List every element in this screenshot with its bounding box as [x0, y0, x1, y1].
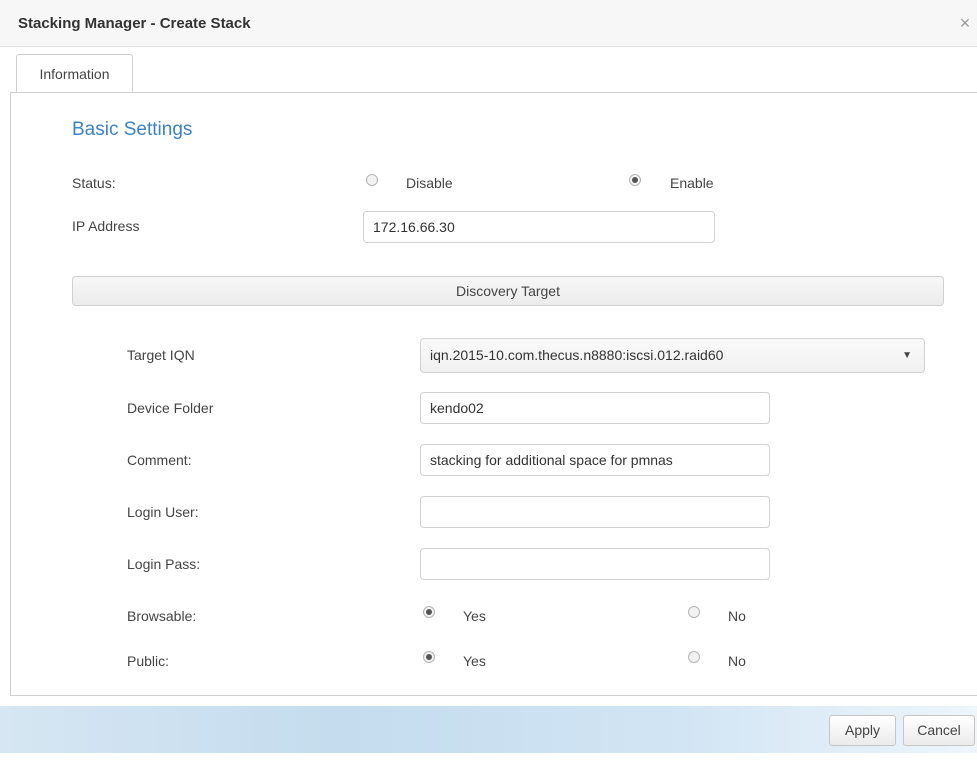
comment-input[interactable]: stacking for additional space for pmnas [420, 444, 770, 476]
login-pass-label: Login Pass: [127, 556, 201, 572]
discovery-target-header[interactable]: Discovery Target [72, 276, 944, 306]
login-user-label: Login User: [127, 504, 199, 520]
public-no-radio[interactable] [688, 651, 700, 663]
chevron-down-icon[interactable]: ▼ [902, 339, 912, 372]
browsable-yes-radio[interactable] [423, 606, 435, 618]
login-user-input[interactable] [420, 496, 770, 528]
dialog-titlebar: Stacking Manager - Create Stack × [0, 0, 977, 47]
dialog-title: Stacking Manager - Create Stack [18, 15, 251, 32]
public-no-label[interactable]: No [728, 653, 746, 669]
close-icon[interactable]: × [956, 14, 974, 32]
status-enable-radio[interactable] [629, 174, 641, 186]
status-label: Status: [72, 175, 116, 191]
cancel-button[interactable]: Cancel [903, 715, 975, 746]
target-iqn-value: iqn.2015-10.com.thecus.n8880:iscsi.012.r… [430, 347, 724, 363]
public-yes-label[interactable]: Yes [463, 653, 486, 669]
basic-settings-heading: Basic Settings [72, 119, 193, 140]
browsable-yes-label[interactable]: Yes [463, 608, 486, 624]
public-yes-radio[interactable] [423, 651, 435, 663]
device-folder-input[interactable]: kendo02 [420, 392, 770, 424]
browsable-no-radio[interactable] [688, 606, 700, 618]
public-label: Public: [127, 653, 170, 669]
browsable-no-label[interactable]: No [728, 608, 746, 624]
status-disable-label[interactable]: Disable [406, 175, 453, 191]
comment-label: Comment: [127, 452, 192, 468]
status-enable-label[interactable]: Enable [670, 175, 714, 191]
ip-address-input[interactable]: 172.16.66.30 [363, 211, 715, 243]
device-folder-label: Device Folder [127, 400, 214, 416]
tab-strip: Information [10, 54, 977, 93]
target-iqn-select[interactable]: iqn.2015-10.com.thecus.n8880:iscsi.012.r… [420, 338, 925, 373]
browsable-label: Browsable: [127, 608, 197, 624]
apply-button[interactable]: Apply [829, 715, 896, 746]
status-disable-radio[interactable] [366, 174, 378, 186]
tab-information[interactable]: Information [16, 54, 133, 92]
ip-address-label: IP Address [72, 218, 140, 234]
login-pass-input[interactable] [420, 548, 770, 580]
target-iqn-label: Target IQN [127, 347, 195, 363]
